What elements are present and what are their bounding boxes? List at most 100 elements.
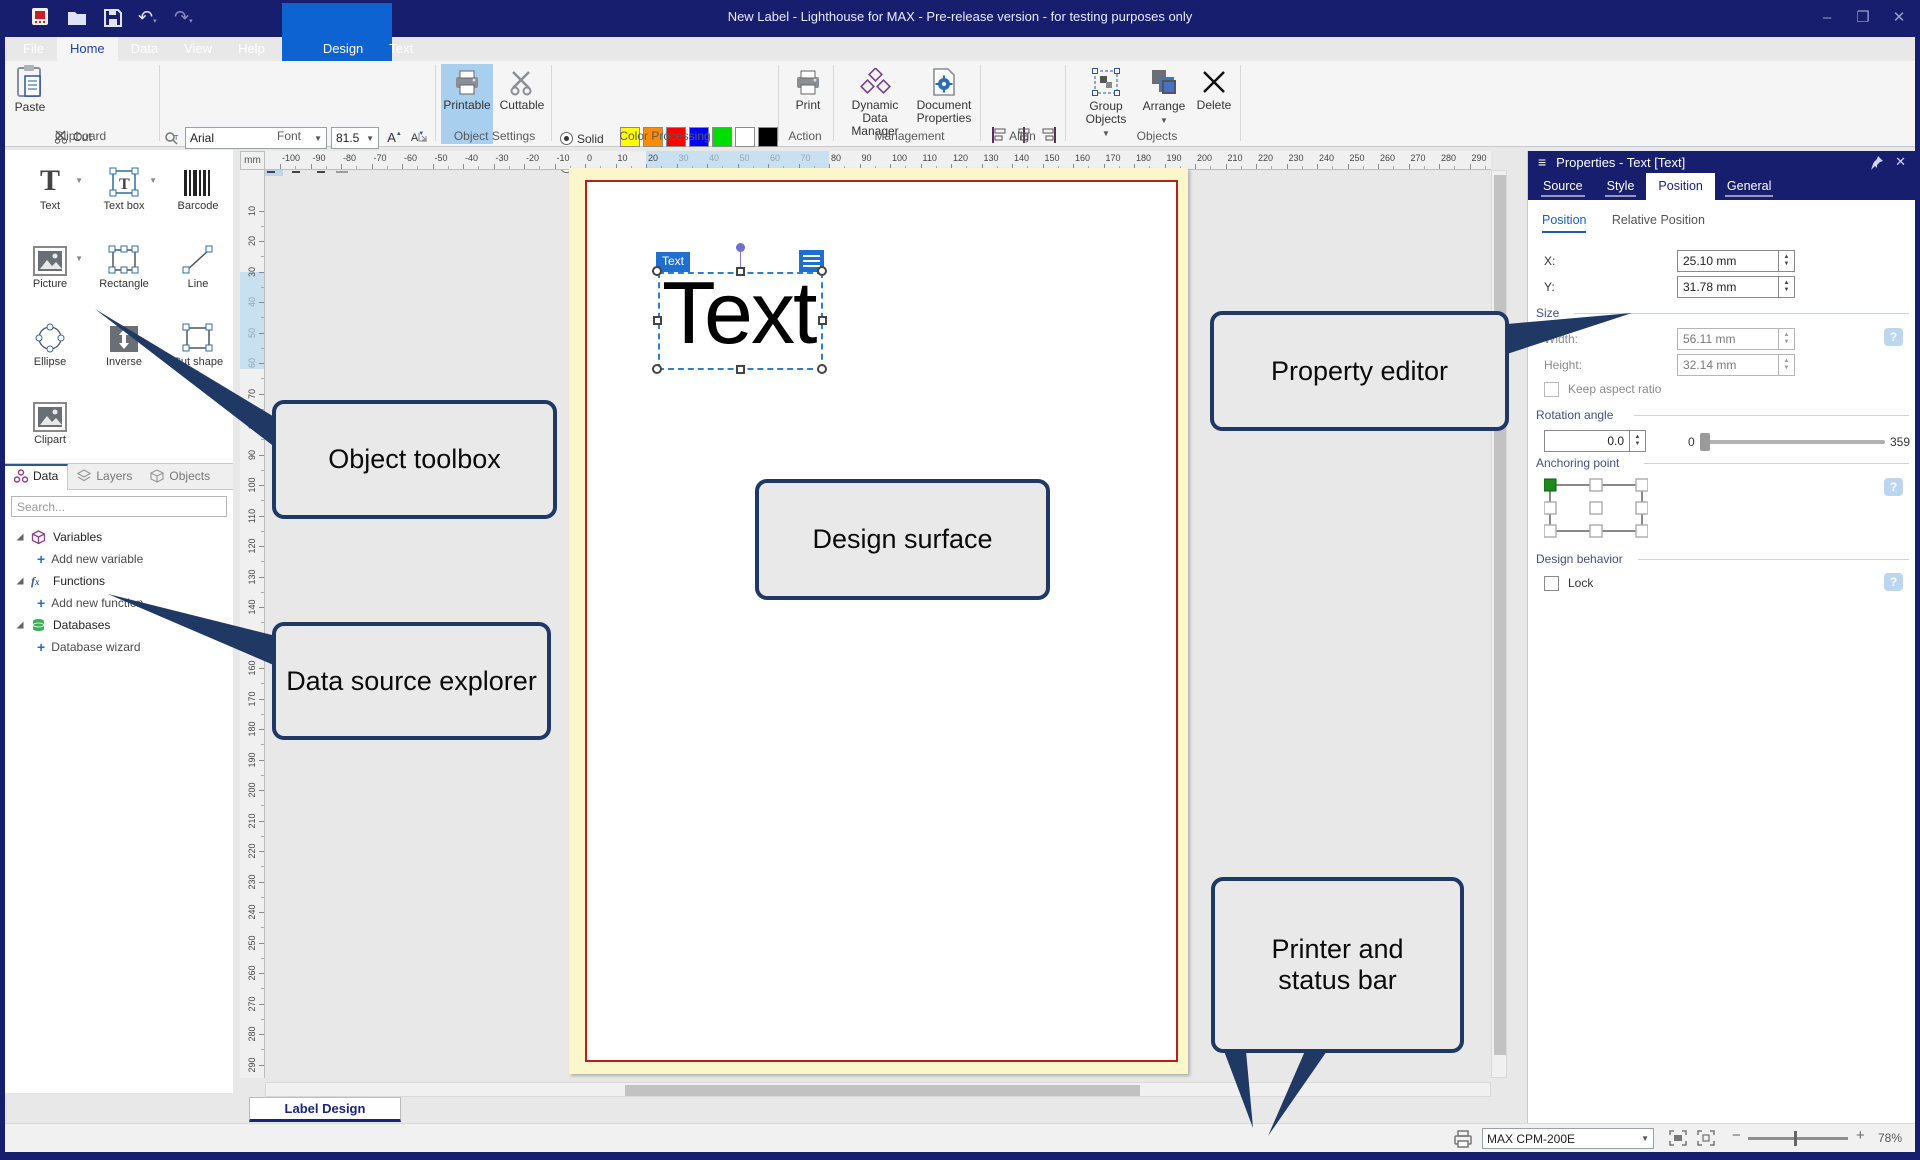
anchor-point-grid[interactable]	[1544, 478, 1648, 538]
height-input: 32.14 mm	[1677, 354, 1779, 376]
rotation-input[interactable]: 0.0	[1544, 430, 1630, 452]
tab-design[interactable]: Design	[310, 37, 376, 61]
arrange-button[interactable]: Arrange ▼	[1138, 64, 1190, 127]
help-icon[interactable]: ?	[1884, 328, 1903, 346]
resize-handle-ne[interactable]	[817, 266, 827, 276]
rotation-spinner[interactable]: ▲▼	[1630, 430, 1646, 452]
zoom-in-button[interactable]: +	[1856, 1127, 1865, 1144]
tab-home[interactable]: Home	[57, 37, 118, 61]
tree-item-add-variable[interactable]: + Add new variable	[5, 548, 233, 570]
h-scrollbar[interactable]	[265, 1082, 1491, 1097]
rotation-slider-handle[interactable]	[1700, 433, 1710, 451]
selected-text-object[interactable]: Text	[658, 272, 823, 370]
tab-general[interactable]: General	[1715, 173, 1783, 200]
tree-item-add-function[interactable]: + Add new function	[5, 592, 233, 614]
delete-button[interactable]: Delete	[1192, 64, 1236, 112]
rotation-section-header: Rotation angle	[1536, 408, 1613, 422]
tool-picture[interactable]: ▼ Picture	[15, 240, 85, 314]
expander-icon[interactable]	[17, 534, 24, 541]
help-icon[interactable]: ?	[1884, 573, 1903, 591]
help-icon[interactable]: ?	[1884, 478, 1903, 496]
pin-icon[interactable]	[1869, 154, 1885, 170]
tool-inverse[interactable]: Inverse	[89, 318, 159, 392]
y-label: Y:	[1544, 280, 1555, 294]
tree-item-databases[interactable]: Databases	[5, 614, 233, 636]
tab-text[interactable]: Text	[376, 37, 426, 61]
dynamic-data-manager-button[interactable]: Dynamic Data Manager	[843, 64, 907, 138]
printer-icon	[1452, 1129, 1474, 1149]
close-properties-icon[interactable]: ✕	[1895, 154, 1906, 170]
zoom-slider-handle[interactable]	[1794, 1131, 1797, 1146]
tab-objects[interactable]: Objects	[141, 464, 219, 490]
zoom-slider[interactable]	[1748, 1137, 1848, 1140]
resize-handle-s[interactable]	[736, 365, 745, 374]
tool-text-box[interactable]: T ▼ Text box	[89, 162, 159, 236]
tool-clipart[interactable]: Clipart	[15, 396, 85, 470]
close-button[interactable]: ✕	[1882, 4, 1916, 30]
tree-item-database-wizard[interactable]: + Database wizard	[5, 636, 233, 658]
tree-item-variables[interactable]: Variables	[5, 526, 233, 548]
window-right-border	[1915, 0, 1920, 1160]
tree-item-functions[interactable]: fx Functions	[5, 570, 233, 592]
window-bottom-border	[0, 1152, 1920, 1160]
chevron-down-icon[interactable]: ▼	[75, 176, 83, 185]
v-scrollbar-thumb[interactable]	[1494, 175, 1506, 1055]
x-spinner[interactable]: ▲▼	[1779, 250, 1795, 272]
hamburger-icon[interactable]: ≡	[1538, 154, 1546, 170]
printer-select[interactable]: MAX CPM-200E▼	[1482, 1128, 1654, 1149]
y-spinner[interactable]: ▲▼	[1779, 276, 1795, 298]
tool-cut-shape[interactable]: Cut shape	[163, 318, 233, 392]
fit-document-icon[interactable]	[1668, 1129, 1688, 1147]
rotation-handle[interactable]	[736, 243, 745, 252]
tool-ellipse[interactable]: Ellipse	[15, 318, 85, 392]
window-left-border	[0, 0, 5, 1160]
h-scrollbar-thumb[interactable]	[625, 1085, 1140, 1096]
tab-position[interactable]: Position	[1646, 173, 1714, 200]
paste-button[interactable]: Paste	[8, 64, 52, 114]
font-dialog-launcher-icon[interactable]	[418, 132, 428, 142]
tool-text[interactable]: T ▼ Text	[15, 162, 85, 236]
lock-checkbox[interactable]	[1544, 576, 1559, 591]
resize-handle-n[interactable]	[736, 267, 745, 276]
tool-line[interactable]: Line	[163, 240, 233, 314]
resize-handle-e[interactable]	[818, 316, 827, 325]
resize-handle-se[interactable]	[817, 364, 827, 374]
tab-view[interactable]: View	[171, 37, 225, 61]
resize-handle-nw[interactable]	[652, 266, 662, 276]
resize-handle-w[interactable]	[653, 316, 662, 325]
tool-barcode[interactable]: Barcode	[163, 162, 233, 236]
v-ruler: 1020304050607080901001101201301401501601…	[240, 170, 265, 1078]
tab-layers[interactable]: Layers	[68, 464, 141, 490]
text-object-content[interactable]: Text	[662, 262, 815, 364]
expander-icon[interactable]	[17, 578, 24, 585]
y-input[interactable]: 31.78 mm	[1677, 276, 1779, 298]
tool-barcode-label: Barcode	[163, 200, 233, 212]
zoom-out-button[interactable]: −	[1732, 1127, 1741, 1144]
subtab-position[interactable]: Position	[1542, 213, 1586, 233]
expander-icon[interactable]	[17, 622, 24, 629]
properties-tabs: Source Style Position General	[1528, 173, 1916, 200]
chevron-down-icon[interactable]: ▼	[75, 254, 83, 263]
tab-data[interactable]: Data	[5, 464, 68, 490]
minimize-button[interactable]: –	[1810, 4, 1844, 30]
tab-help[interactable]: Help	[225, 37, 278, 61]
print-button[interactable]: Print	[786, 64, 830, 112]
tab-data[interactable]: Data	[118, 37, 171, 61]
callout-property-editor: Property editor	[1210, 311, 1509, 431]
document-properties-button[interactable]: Document Properties	[912, 64, 976, 125]
v-scrollbar[interactable]	[1491, 170, 1507, 1078]
search-input[interactable]: Search...	[11, 496, 227, 517]
chevron-down-icon[interactable]: ▼	[149, 176, 157, 185]
fit-selection-icon[interactable]	[1696, 1129, 1716, 1147]
cuttable-toggle[interactable]: Cuttable	[496, 64, 548, 112]
rotation-slider[interactable]	[1702, 440, 1885, 444]
subtab-relative-position[interactable]: Relative Position	[1612, 213, 1705, 231]
restore-button[interactable]: ❐	[1846, 4, 1880, 30]
tab-file[interactable]: File	[10, 37, 57, 61]
tab-label-design[interactable]: Label Design	[249, 1097, 401, 1122]
resize-handle-sw[interactable]	[652, 364, 662, 374]
x-input[interactable]: 25.10 mm	[1677, 250, 1779, 272]
tool-rectangle[interactable]: Rectangle	[89, 240, 159, 314]
tab-style[interactable]: Style	[1595, 173, 1647, 200]
tab-source[interactable]: Source	[1531, 173, 1595, 200]
